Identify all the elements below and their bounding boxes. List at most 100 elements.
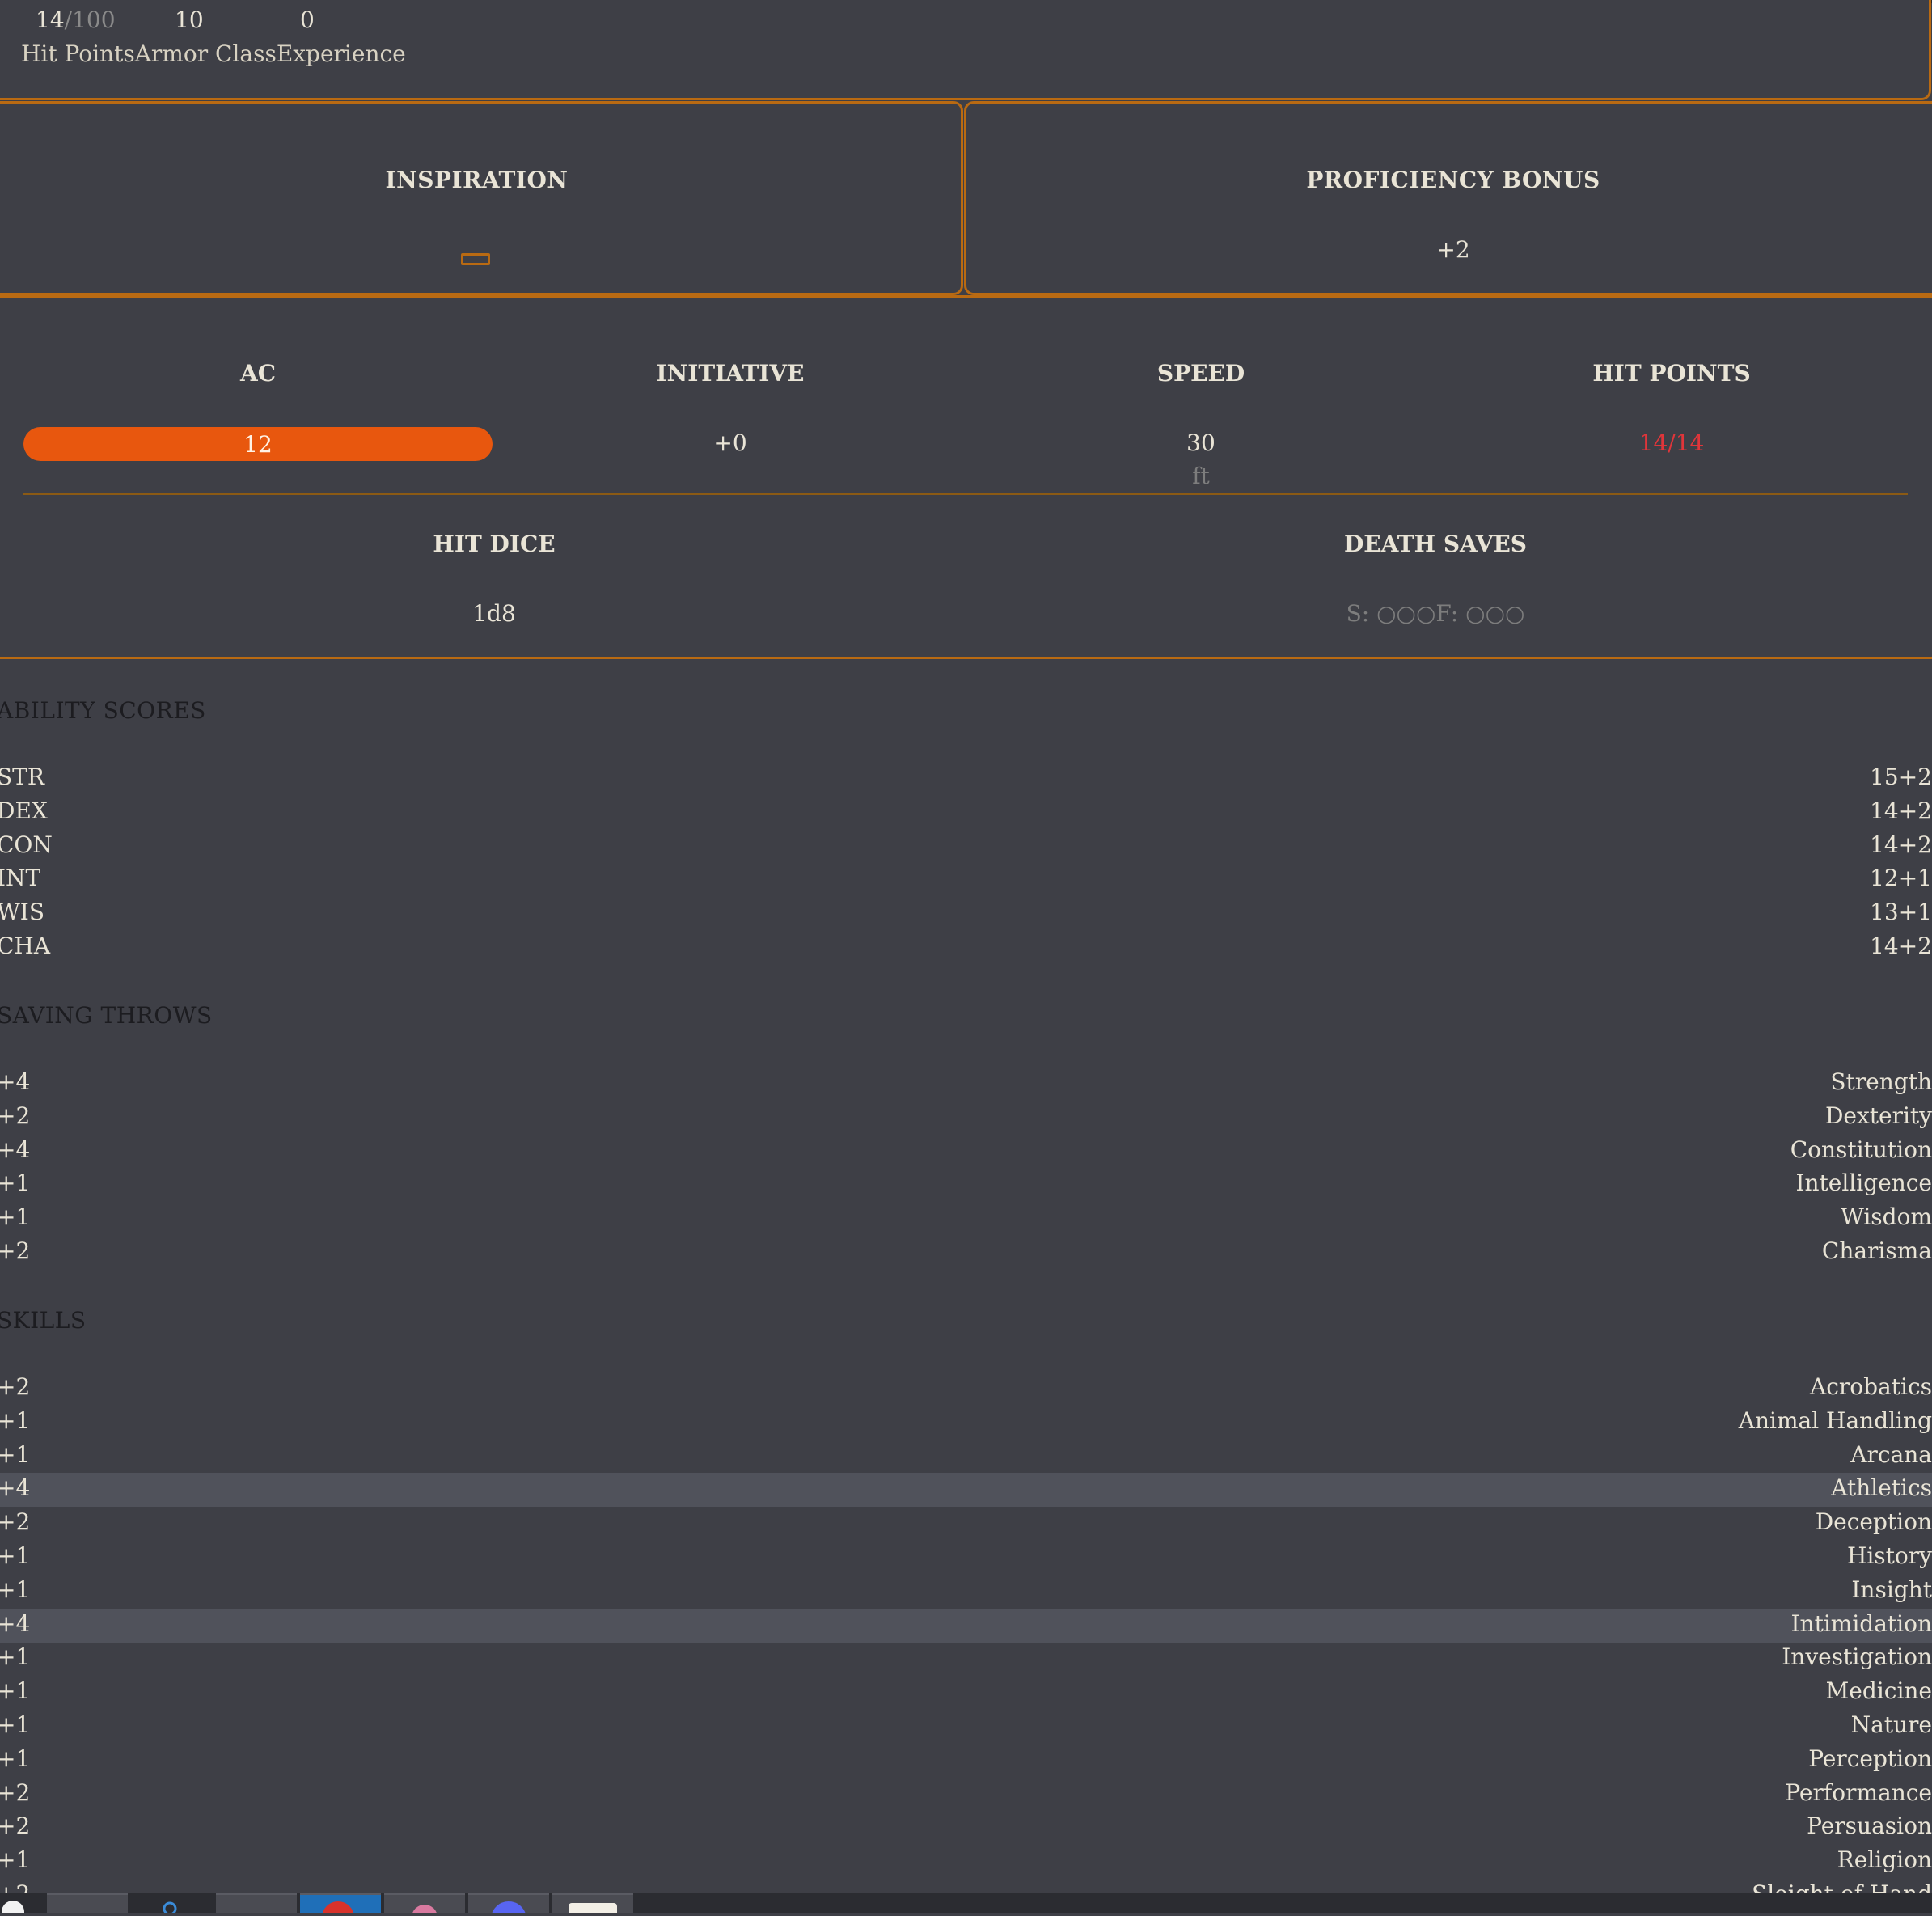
skill-row[interactable]: +2 Performance (0, 1778, 1932, 1812)
skill-row-left: +1 (0, 1542, 31, 1569)
saving-throw-row-right: Strength (1830, 1068, 1932, 1095)
saving-throw-row-right: Constitution (1790, 1136, 1932, 1163)
skill-row-right: Medicine (1825, 1677, 1932, 1705)
skill-row[interactable]: +1 Investigation (0, 1642, 1932, 1676)
skill-row-left: +4 (0, 1474, 31, 1502)
start-icon[interactable] (0, 1893, 32, 1916)
skill-row-left: +4 (0, 1609, 31, 1637)
ac-value-bar[interactable]: 12 (23, 427, 493, 461)
hit-dice-value: 1d8 (472, 600, 516, 627)
skill-row-right: Performance (1785, 1779, 1932, 1806)
ability-row-left: WIS (0, 899, 45, 926)
ability-row-left: DEX (0, 797, 48, 824)
ability-row[interactable]: CHA 14+2 (0, 931, 1932, 965)
hp-max: /100 (64, 6, 116, 33)
saving-throw-row[interactable]: +1 Wisdom (0, 1202, 1932, 1236)
saving-throw-row[interactable]: +2 Dexterity (0, 1101, 1932, 1135)
saving-throw-row[interactable]: +1 Intelligence (0, 1168, 1932, 1202)
inspiration-title: INSPIRATION (385, 167, 569, 193)
skill-row[interactable]: +1 Animal Handling (0, 1406, 1932, 1440)
skill-row[interactable]: +1 Insight (0, 1575, 1932, 1609)
skill-row[interactable]: +1 Perception (0, 1744, 1932, 1778)
ability-row-left: INT (0, 865, 41, 892)
proficiency-panel: PROFICIENCY BONUS +2 (964, 101, 1932, 295)
ability-row[interactable]: CON 14+2 (0, 830, 1932, 864)
skill-row[interactable]: +1 Nature (0, 1710, 1932, 1744)
hp-current: 14 (36, 6, 65, 33)
ac-title: AC (239, 360, 276, 387)
ability-row[interactable]: DEX 14+2 (0, 796, 1932, 830)
skill-row-left: +1 (0, 1643, 31, 1671)
saving-throw-row-left: +2 (0, 1237, 31, 1264)
skill-row-left: +2 (0, 1373, 31, 1400)
ac-label: Armor Class (134, 40, 277, 67)
saving-throw-row[interactable]: +4 Strength (0, 1067, 1932, 1101)
skill-row[interactable]: +1 Medicine (0, 1676, 1932, 1710)
ability-row-right: 14+2 (1870, 797, 1932, 824)
ability-row[interactable]: WIS 13+1 (0, 897, 1932, 931)
skill-row-right: Animal Handling (1738, 1406, 1932, 1434)
inspiration-panel: INSPIRATION (0, 101, 963, 295)
skill-row-left: +2 (0, 1812, 31, 1840)
skills-title: SKILLS (0, 1307, 87, 1334)
combat-divider (23, 493, 1908, 495)
xp-label: Experience (276, 40, 406, 67)
ability-row[interactable]: STR 15+2 (0, 762, 1932, 796)
browser-icon[interactable] (158, 1893, 182, 1916)
ability-row-left: STR (0, 763, 44, 790)
hp-summary: 14/100 (36, 6, 116, 33)
ac-value: 12 (243, 430, 273, 458)
xp-summary: 0 (300, 6, 315, 33)
saving-throw-row-left: +4 (0, 1136, 31, 1163)
notes-icon[interactable] (552, 1893, 633, 1916)
saving-throw-row[interactable]: +4 Constitution (0, 1135, 1932, 1169)
skill-row[interactable]: +2 Persuasion (0, 1811, 1932, 1845)
ability-row[interactable]: INT 12+1 (0, 863, 1932, 897)
combat-panel: AC 12 INITIATIVE +0 SPEED 30 ft HIT POIN… (0, 295, 1932, 659)
saving-throw-row-left: +1 (0, 1169, 31, 1197)
initiative-value: +0 (713, 429, 747, 456)
saving-throw-row-left: +2 (0, 1102, 31, 1129)
saving-throw-row-right: Dexterity (1824, 1102, 1932, 1129)
paint-icon[interactable] (384, 1893, 465, 1916)
skill-row-right: Acrobatics (1809, 1373, 1932, 1400)
ability-row-right: 12+1 (1870, 865, 1932, 892)
skill-row-left: +1 (0, 1711, 31, 1738)
ac-summary: 10 (175, 6, 204, 33)
skill-row[interactable]: +4 Athletics (0, 1473, 1932, 1508)
skill-row[interactable]: +2 Acrobatics (0, 1372, 1932, 1406)
folder-icon[interactable] (216, 1893, 297, 1913)
chrome-icon[interactable] (300, 1893, 381, 1916)
skill-row[interactable]: +1 History (0, 1541, 1932, 1575)
skill-row-right: Persuasion (1807, 1812, 1932, 1840)
skill-row-left: +2 (0, 1779, 31, 1806)
hit-points-title: HIT POINTS (1592, 360, 1751, 387)
skill-row-right: Intimidation (1790, 1609, 1932, 1637)
skill-row-left: +1 (0, 1846, 31, 1874)
saving-throw-row[interactable]: +2 Charisma (0, 1236, 1932, 1270)
skill-row-right: Athletics (1831, 1474, 1932, 1502)
skill-row[interactable]: +1 Religion (0, 1845, 1932, 1879)
ability-row-right: 14+2 (1870, 933, 1932, 959)
death-saves-value[interactable]: S: ○○○F: ○○○ (965, 600, 1906, 627)
saving-throw-row-left: +1 (0, 1203, 31, 1231)
skill-row-right: Perception (1808, 1745, 1932, 1772)
skill-row[interactable]: +1 Arcana (0, 1440, 1932, 1474)
skill-row-right: Insight (1851, 1576, 1932, 1603)
discord-icon[interactable] (468, 1893, 549, 1916)
saving-throw-row-right: Intelligence (1795, 1169, 1932, 1197)
inspiration-toggle[interactable] (460, 253, 490, 265)
skill-row-right: Religion (1837, 1846, 1932, 1874)
death-saves-title: DEATH SAVES (1343, 531, 1528, 557)
speed-unit: ft (1192, 463, 1210, 489)
skill-row-left: +1 (0, 1440, 31, 1468)
taskbar-app-1[interactable] (47, 1893, 128, 1913)
ability-row-right: 15+2 (1870, 763, 1932, 790)
ability-row-left: CHA (0, 933, 51, 959)
speed-title: SPEED (1156, 360, 1245, 387)
skill-row-right: Arcana (1850, 1440, 1932, 1468)
saving-throw-row-left: +4 (0, 1068, 31, 1095)
skill-row[interactable]: +2 Deception (0, 1507, 1932, 1541)
skill-row[interactable]: +4 Intimidation (0, 1608, 1932, 1643)
saving-throw-row-right: Charisma (1821, 1237, 1932, 1264)
